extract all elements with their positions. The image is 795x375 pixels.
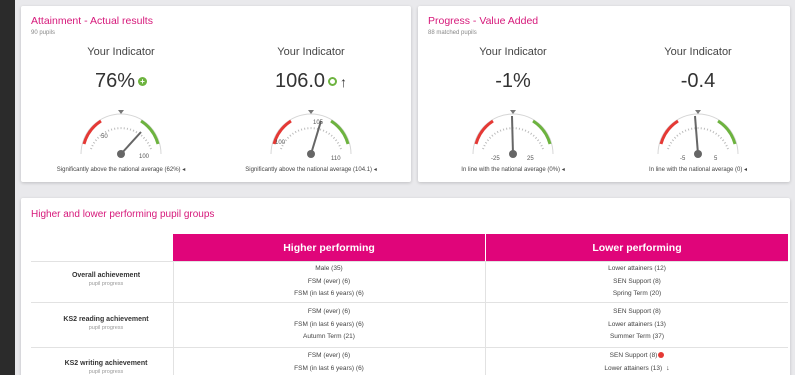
gauge-top-label: 105	[313, 120, 324, 126]
list-item[interactable]: FSM (ever) (6)	[173, 276, 485, 289]
gauge-right-label: 5	[714, 156, 718, 162]
attainment-title: Attainment - Actual results	[31, 15, 153, 27]
list-item[interactable]: Lower attainers (12)	[486, 263, 788, 276]
pupil-groups-card: Higher and lower performing pupil groups…	[21, 198, 790, 375]
gauge-left-label: -5	[680, 156, 686, 162]
higher-groups-cell: FSM (ever) (6) FSM (in last 6 years) (6)	[173, 350, 485, 375]
list-item[interactable]: Lower attainers (13)	[486, 319, 788, 332]
indicator-label: Your Indicator	[277, 46, 345, 58]
row-sublabel: pupil progress	[88, 325, 124, 331]
lower-performing-header: Lower performing	[486, 234, 788, 261]
indicator-label: Your Indicator	[664, 46, 732, 58]
gauge-right-label: 100	[139, 154, 150, 160]
progress-indicator-percent[interactable]: Your Indicator -1% -25 25 In line with t…	[423, 46, 603, 178]
progress-indicator-score[interactable]: Your Indicator -0.4 -5 5 In line with th…	[608, 46, 788, 178]
list-item-text: Lower attainers (13)	[604, 364, 663, 372]
attainment-indicator-percent[interactable]: Your Indicator 76% + 50 100 Significantl…	[31, 46, 211, 178]
row-label: KS2 reading achievement	[63, 316, 149, 323]
list-item[interactable]: FSM (in last 6 years) (6)	[173, 363, 485, 375]
gauge-right-label: 25	[527, 156, 534, 162]
indicator-note[interactable]: In line with the national average (0) ◂	[608, 166, 788, 173]
row-ks2-writing: KS2 writing achievement pupil progress	[31, 360, 181, 375]
progress-title: Progress - Value Added	[428, 15, 539, 27]
lower-groups-cell: SEN Support (8) Lower attainers (13) ↓	[486, 350, 788, 375]
alert-dot-icon	[658, 352, 665, 359]
arrow-up-icon: ↑	[340, 73, 348, 90]
row-label: Overall achievement	[71, 272, 141, 279]
indicator-value-text: 76%	[94, 70, 136, 92]
indicator-note[interactable]: Significantly above the national average…	[31, 166, 211, 173]
attainment-indicator-score[interactable]: Your Indicator 106.0 ↑ 100 105 110 Signi…	[221, 46, 401, 178]
indicator-note[interactable]: In line with the national average (0%) ◂	[423, 166, 603, 173]
indicator-value: 106.0 ↑	[221, 70, 401, 93]
indicator-note[interactable]: Significantly above the national average…	[221, 166, 401, 173]
list-item[interactable]: FSM (ever) (6)	[173, 350, 485, 363]
gauge-chart: -5 5	[657, 110, 739, 162]
gauge-left-label: -25	[491, 156, 500, 162]
ring-icon	[328, 77, 338, 86]
indicator-value: 76% +	[31, 70, 211, 93]
higher-groups-cell: FSM (ever) (6) FSM (in last 6 years) (6)…	[173, 306, 485, 344]
groups-title: Higher and lower performing pupil groups	[31, 209, 215, 220]
higher-groups-cell: Male (35) FSM (ever) (6) FSM (in last 6 …	[173, 263, 485, 301]
attainment-card: Attainment - Actual results 90 pupils Yo…	[21, 6, 411, 182]
gauge-chart: -25 25	[472, 110, 554, 162]
higher-performing-header: Higher performing	[173, 234, 485, 261]
list-item[interactable]: Autumn Term (21)	[173, 331, 485, 344]
list-item[interactable]: Male (35)	[173, 263, 485, 276]
gauge-left-label: 100	[275, 140, 286, 146]
indicator-value: -0.4	[608, 70, 788, 93]
list-item[interactable]: Lower attainers (13) ↓	[486, 363, 788, 375]
row-overall-achievement: Overall achievement pupil progress	[31, 272, 181, 287]
list-item[interactable]: SEN Support (8)	[486, 306, 788, 319]
row-sublabel: pupil progress	[88, 281, 124, 287]
indicator-value: -1%	[423, 70, 603, 93]
list-item[interactable]: Summer Term (37)	[486, 331, 788, 344]
list-item-text: SEN Support (8)	[609, 352, 658, 359]
progress-subtitle: 88 matched pupils	[428, 30, 477, 36]
indicator-value-text: -0.4	[680, 70, 716, 92]
list-item[interactable]: FSM (in last 6 years) (6)	[173, 319, 485, 332]
indicator-label: Your Indicator	[87, 46, 155, 58]
attainment-subtitle: 90 pupils	[31, 30, 56, 36]
dashboard-frame: Attainment - Actual results 90 pupils Yo…	[15, 0, 795, 375]
list-item[interactable]: FSM (ever) (6)	[173, 306, 485, 319]
indicator-label: Your Indicator	[479, 46, 547, 58]
row-label: KS2 writing achievement	[64, 360, 148, 367]
lower-groups-cell: SEN Support (8) Lower attainers (13) Sum…	[486, 306, 788, 344]
progress-card: Progress - Value Added 88 matched pupils…	[418, 6, 790, 182]
row-sublabel: pupil progress	[88, 369, 124, 375]
list-item[interactable]: SEN Support (8)	[486, 276, 788, 289]
gauge-left-label: 50	[101, 134, 108, 140]
arrow-down-icon: ↓	[666, 364, 670, 372]
row-ks2-reading: KS2 reading achievement pupil progress	[31, 316, 181, 331]
gauge-chart: 50 100	[80, 110, 162, 160]
lower-groups-cell: Lower attainers (12) SEN Support (8) Spr…	[486, 263, 788, 301]
gauge-chart: 100 105 110	[270, 110, 352, 162]
indicator-value-text: -1%	[495, 70, 531, 92]
list-item[interactable]: FSM (in last 6 years) (6)	[173, 288, 485, 301]
plus-circle-icon: +	[138, 77, 148, 86]
list-item[interactable]: SEN Support (8)	[486, 350, 788, 363]
list-item[interactable]: Spring Term (20)	[486, 288, 788, 301]
indicator-value-text: 106.0	[274, 70, 326, 92]
gauge-right-label: 110	[331, 156, 341, 162]
